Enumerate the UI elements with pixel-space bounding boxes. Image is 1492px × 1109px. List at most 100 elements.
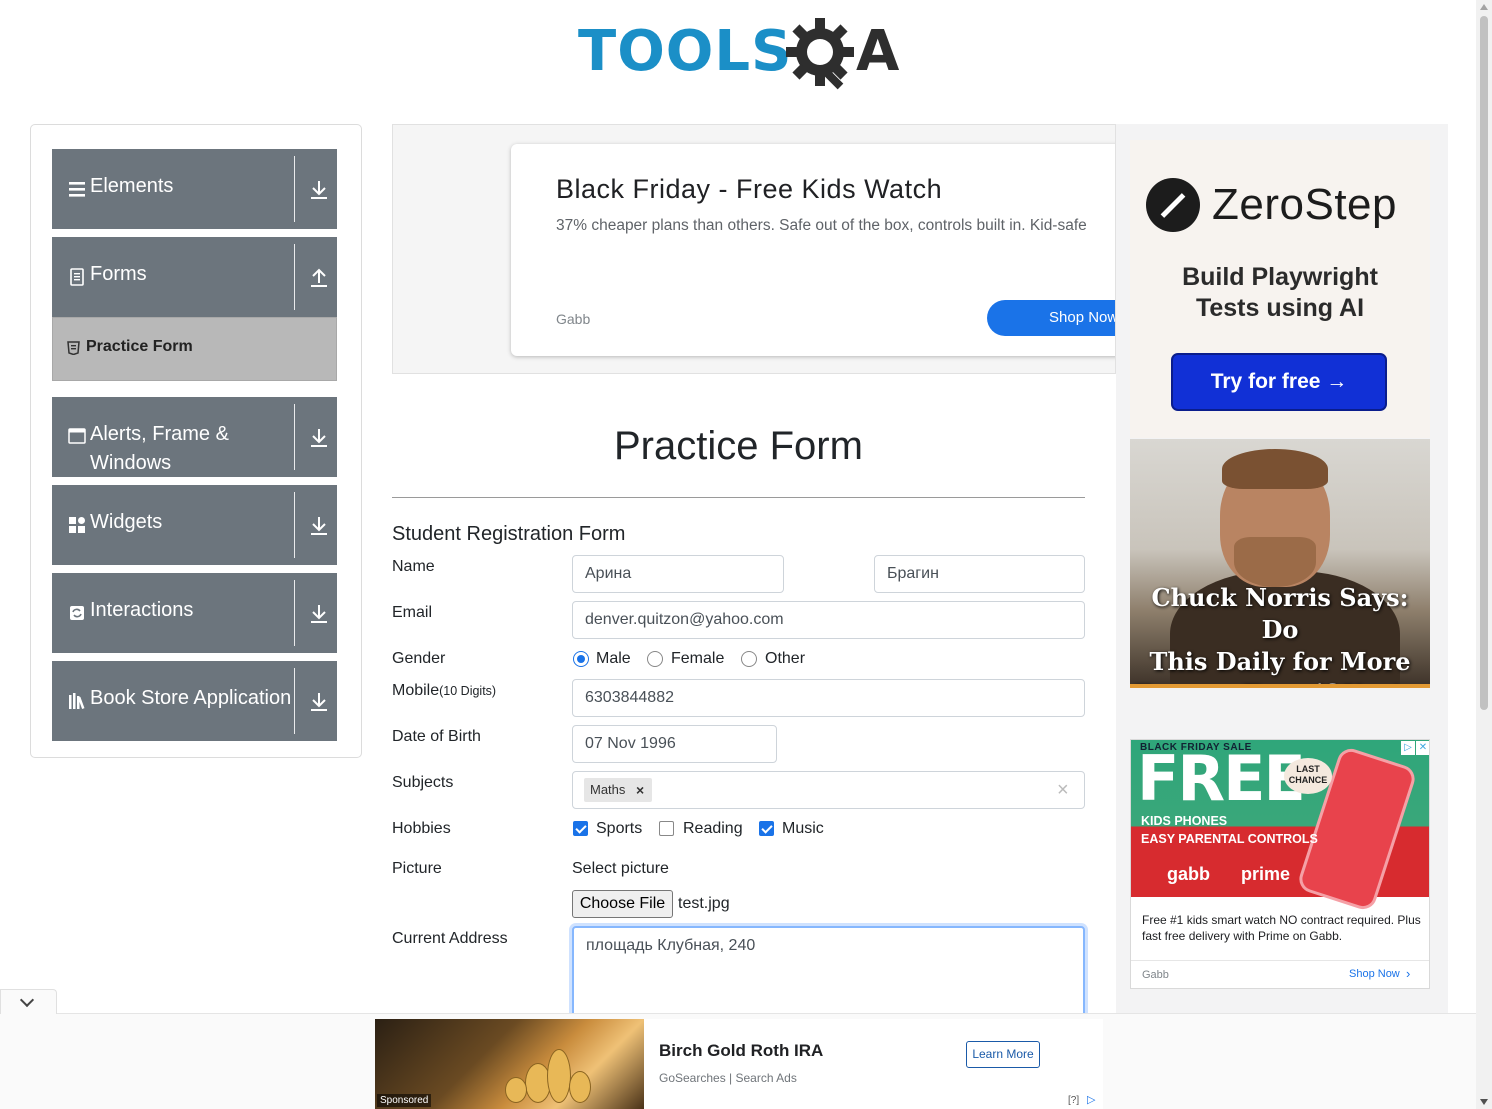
- ad-description: 37% cheaper plans than others. Safe out …: [556, 217, 1087, 234]
- download-icon[interactable]: [310, 180, 328, 200]
- first-name-input[interactable]: Арина: [572, 555, 784, 593]
- download-icon[interactable]: [310, 604, 328, 624]
- scrollbar-thumb[interactable]: [1480, 16, 1488, 710]
- interactions-icon: [70, 606, 84, 620]
- divider: [294, 244, 295, 310]
- sidebar-group-label: Interactions: [90, 599, 194, 621]
- learn-more-button[interactable]: Learn More: [966, 1041, 1040, 1068]
- gender-male-radio[interactable]: [573, 651, 589, 667]
- chuck-norris-ad[interactable]: Chuck Norris Says: Do This Daily for Mor…: [1130, 439, 1430, 688]
- sidebar-group-label: Elements: [90, 175, 174, 197]
- subject-chip: Maths ×: [584, 778, 652, 802]
- hobby-music-checkbox[interactable]: [759, 821, 774, 836]
- hobby-sports-checkbox[interactable]: [573, 821, 588, 836]
- ad-title: Black Friday - Free Kids Watch: [556, 174, 943, 204]
- subjects-label: Subjects: [392, 774, 454, 791]
- hobby-reading-label[interactable]: Reading: [683, 820, 743, 838]
- books-icon: [69, 693, 85, 709]
- ad-help-link[interactable]: [?]: [1068, 1095, 1079, 1106]
- zerostep-tagline-line2: Tests using AI: [1195, 294, 1365, 322]
- bottom-ad[interactable]: Sponsored Birch Gold Roth IRA GoSearches…: [375, 1019, 1103, 1109]
- hobby-sports-label[interactable]: Sports: [596, 820, 642, 838]
- mobile-hint: (10 Digits): [439, 684, 497, 698]
- sidebar-item-label: Practice Form: [86, 338, 193, 355]
- window-icon: [68, 428, 86, 444]
- gabb-banner: BLACK FRIDAY SALE FREE KIDS PHONES EASY …: [1131, 740, 1429, 913]
- subject-chip-label: Maths: [590, 782, 626, 797]
- chuck-ad-line3: Energy, Even if You're 80: [1130, 678, 1430, 684]
- zerostep-tagline: Build Playwright Tests using AI: [1130, 262, 1430, 324]
- gabb-ad[interactable]: BLACK FRIDAY SALE FREE KIDS PHONES EASY …: [1130, 739, 1430, 989]
- prime-brand: prime: [1241, 864, 1291, 884]
- clear-subjects-icon[interactable]: ×: [1057, 778, 1069, 802]
- current-address-label: Current Address: [392, 930, 508, 947]
- zerostep-ad[interactable]: ZeroStep Build Playwright Tests using AI…: [1130, 140, 1430, 438]
- sidebar-group-book-store[interactable]: Book Store Application: [52, 661, 337, 741]
- bottom-ad-source: GoSearches | Search Ads: [659, 1071, 797, 1085]
- gabb-line2: EASY PARENTAL CONTROLS: [1141, 832, 1318, 846]
- gender-other-label[interactable]: Other: [765, 650, 805, 668]
- chevron-down-icon: [19, 992, 35, 1008]
- gabb-free-text: FREE: [1137, 742, 1306, 815]
- html5-icon: [67, 341, 80, 355]
- mobile-label: Mobile(10 Digits): [392, 682, 496, 700]
- vertical-scrollbar[interactable]: [1476, 0, 1492, 1109]
- mobile-input[interactable]: 6303844882: [572, 679, 1085, 717]
- download-icon[interactable]: [310, 428, 328, 448]
- scroll-up-icon[interactable]: [1480, 4, 1488, 10]
- ad-banner-top[interactable]: Black Friday - Free Kids Watch 37% cheap…: [392, 124, 1116, 374]
- upload-icon[interactable]: [310, 268, 328, 288]
- close-icon[interactable]: ✕: [1416, 741, 1429, 755]
- gabb-footer: Gabb Shop Now ›: [1131, 960, 1429, 988]
- hobby-reading-checkbox[interactable]: [659, 821, 674, 836]
- email-label: Email: [392, 604, 433, 621]
- try-for-free-button[interactable]: Try for free →: [1171, 353, 1387, 411]
- gender-label: Gender: [392, 650, 446, 667]
- sidebar-group-label: Widgets: [90, 511, 163, 533]
- coin-stack: [505, 1077, 527, 1103]
- form-subtitle: Student Registration Form: [392, 523, 626, 545]
- email-input[interactable]: denver.quitzon@yahoo.com: [572, 601, 1085, 639]
- gender-other-radio[interactable]: [741, 651, 757, 667]
- sidebar-item-practice-form[interactable]: Practice Form: [52, 317, 337, 381]
- download-icon[interactable]: [310, 516, 328, 536]
- current-address-textarea[interactable]: площадь Клубная, 240: [572, 926, 1085, 1026]
- remove-chip-icon[interactable]: ×: [636, 778, 644, 802]
- scroll-down-icon[interactable]: [1480, 1099, 1488, 1105]
- sidebar-group-elements[interactable]: Elements: [52, 149, 337, 229]
- download-icon[interactable]: [310, 692, 328, 712]
- hobbies-label: Hobbies: [392, 820, 451, 837]
- choose-file-button[interactable]: Choose File: [572, 890, 673, 918]
- gabb-description: Free #1 kids smart watch NO contract req…: [1142, 913, 1421, 943]
- gear-icon: [786, 18, 854, 90]
- gender-male-label[interactable]: Male: [596, 650, 631, 668]
- sidebar-group-forms[interactable]: Forms: [52, 237, 337, 317]
- last-name-input[interactable]: Брагин: [874, 555, 1085, 593]
- sidebar-group-alerts[interactable]: Alerts, Frame & Windows: [52, 397, 337, 477]
- ad-photo-beard: [1234, 537, 1316, 587]
- adchoices-icon[interactable]: ▷: [1401, 741, 1415, 755]
- gabb-footer-brand: Gabb: [1142, 969, 1169, 981]
- sidebar-group-interactions[interactable]: Interactions: [52, 573, 337, 653]
- sidebar-group-label: Forms: [90, 263, 147, 285]
- collapse-ad-tab[interactable]: [0, 989, 57, 1014]
- gender-female-label[interactable]: Female: [671, 650, 724, 668]
- toolsqa-logo[interactable]: TOOLS A: [578, 14, 903, 92]
- document-icon: [70, 268, 84, 286]
- hobby-music-label[interactable]: Music: [782, 820, 824, 838]
- zerostep-logo-icon: [1146, 178, 1200, 232]
- gabb-shop-now-link[interactable]: Shop Now: [1349, 968, 1400, 980]
- name-label: Name: [392, 558, 435, 575]
- chuck-ad-line2: This Daily for More: [1149, 647, 1411, 676]
- ad-shop-now-button[interactable]: Shop Now: [987, 300, 1115, 336]
- gender-female-radio[interactable]: [647, 651, 663, 667]
- zerostep-name: ZeroStep: [1212, 180, 1397, 229]
- sidebar-group-label: Alerts, Frame &: [90, 423, 229, 445]
- ad-card[interactable]: Black Friday - Free Kids Watch 37% cheap…: [511, 144, 1115, 356]
- sidebar-group-label-line2: Windows: [90, 452, 172, 474]
- adchoices-icon[interactable]: ▷: [1087, 1093, 1099, 1106]
- divider: [294, 492, 295, 558]
- sidebar-group-label: Book Store Application: [90, 687, 292, 709]
- sidebar-group-widgets[interactable]: Widgets: [52, 485, 337, 565]
- date-of-birth-input[interactable]: 07 Nov 1996: [572, 725, 777, 763]
